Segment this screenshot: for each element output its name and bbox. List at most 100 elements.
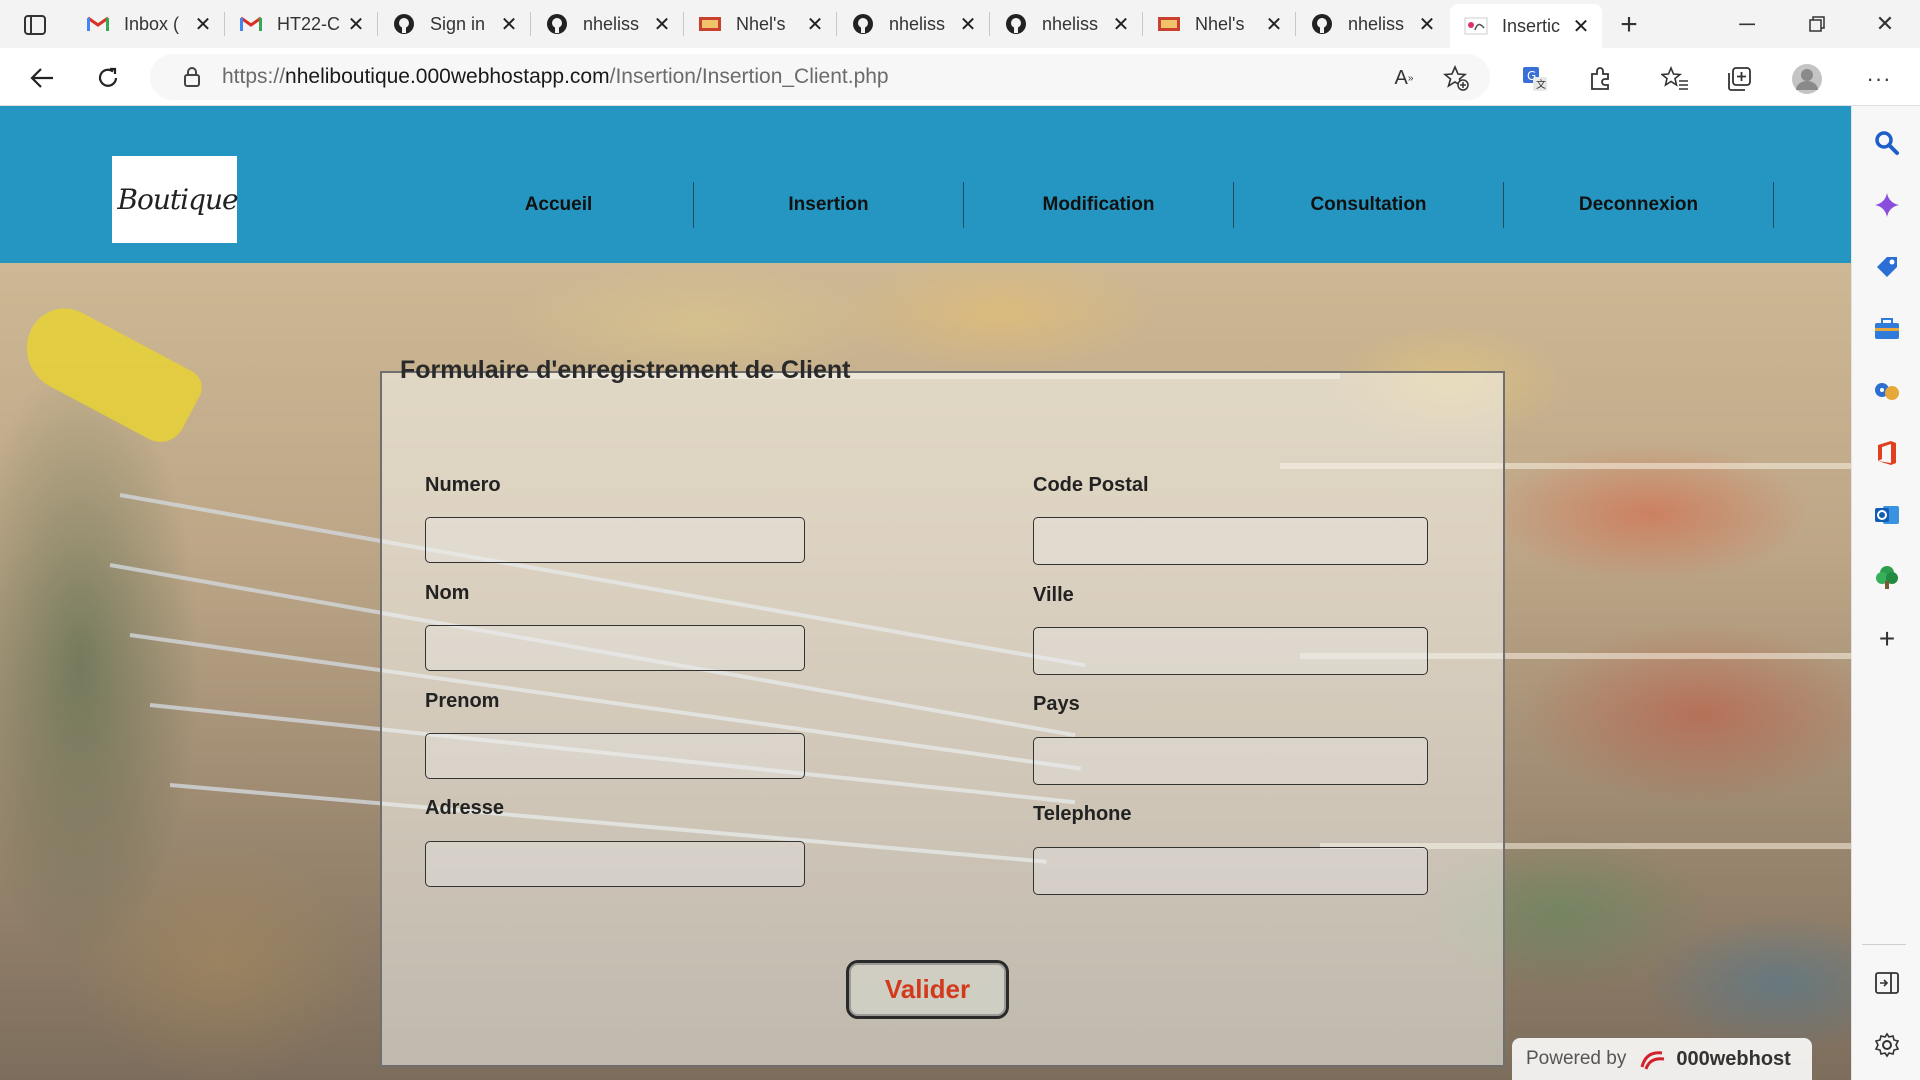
prenom-input[interactable] (425, 733, 805, 779)
add-sidebar-app-icon[interactable]: + (1870, 622, 1904, 656)
new-tab-button[interactable]: + (1612, 8, 1646, 42)
outlook-icon[interactable] (1870, 498, 1904, 532)
url-path: /Insertion/Insertion_Client.php (609, 65, 889, 88)
close-window-button[interactable]: ✕ (1862, 6, 1908, 42)
search-icon[interactable] (1870, 126, 1904, 160)
nom-input[interactable] (425, 625, 805, 671)
close-tab-icon[interactable]: ✕ (1570, 15, 1592, 38)
close-tab-icon[interactable]: ✕ (192, 13, 214, 36)
favorites-icon[interactable] (1658, 62, 1692, 96)
extensions-icon[interactable] (1584, 62, 1618, 96)
browser-tab[interactable]: nheliss ✕ (1296, 4, 1448, 44)
browser-tab[interactable]: Nhel's ✕ (1143, 4, 1295, 44)
hide-sidebar-icon[interactable] (1870, 966, 1904, 1000)
sidebar-divider (1862, 944, 1906, 945)
github-icon (392, 12, 416, 36)
ville-label: Ville (1033, 584, 1074, 606)
site-header: Boutique Accueil Insertion Modification … (0, 106, 1851, 263)
restore-button[interactable] (1794, 6, 1840, 42)
close-tab-icon[interactable]: ✕ (1263, 13, 1285, 36)
tab-title: Inbox ( (124, 13, 180, 34)
close-tab-icon[interactable]: ✕ (957, 13, 979, 36)
tab-title: nheliss (583, 13, 640, 34)
cart-handle-decoration (11, 295, 209, 451)
powered-by-brand: 000webhost (1676, 1047, 1791, 1070)
telephone-label: Telephone (1033, 803, 1132, 825)
lock-icon[interactable] (172, 66, 212, 88)
close-tab-icon[interactable]: ✕ (1110, 13, 1132, 36)
tab-title: Sign in (430, 13, 486, 34)
browser-tab[interactable]: HT22-C ✕ (225, 4, 377, 44)
copilot-sparkle-icon[interactable] (1870, 188, 1904, 222)
url-text[interactable]: https://nheliboutique.000webhostapp.com/… (222, 65, 889, 89)
nav-item-modification[interactable]: Modification (964, 182, 1234, 228)
close-tab-icon[interactable]: ✕ (498, 13, 520, 36)
tab-title: Insertic (1502, 15, 1561, 36)
url-scheme: https:// (222, 65, 286, 88)
office-icon[interactable] (1870, 436, 1904, 470)
pays-input[interactable] (1033, 737, 1428, 785)
close-tab-icon[interactable]: ✕ (651, 13, 673, 36)
nav-item-accueil[interactable]: Accueil (424, 182, 694, 228)
telephone-input[interactable] (1033, 847, 1428, 895)
prenom-label: Prenom (425, 690, 500, 712)
add-favorite-icon[interactable] (1440, 62, 1472, 94)
powered-by-text: Powered by (1526, 1048, 1627, 1069)
close-tab-icon[interactable]: ✕ (1416, 13, 1438, 36)
browser-tab[interactable]: Sign in ✕ (378, 4, 530, 44)
adresse-input[interactable] (425, 841, 805, 887)
read-aloud-icon[interactable]: A» (1388, 62, 1420, 94)
browser-tab-active[interactable]: Insertic ✕ (1450, 4, 1602, 48)
games-icon[interactable] (1870, 374, 1904, 408)
close-tab-icon[interactable]: ✕ (804, 13, 826, 36)
boutique-favicon-icon (1157, 12, 1181, 36)
github-icon (545, 12, 569, 36)
powered-by-badge[interactable]: Powered by 000webhost (1512, 1038, 1812, 1080)
translate-icon[interactable]: G文 (1518, 62, 1552, 96)
tab-title: HT22-C (277, 13, 341, 34)
browser-tab[interactable]: Inbox ( ✕ (72, 4, 224, 44)
more-options-icon[interactable]: ··· (1862, 62, 1896, 96)
adresse-label: Adresse (425, 797, 504, 819)
tab-actions-icon[interactable] (14, 10, 56, 40)
github-icon (851, 12, 875, 36)
svg-text:文: 文 (1536, 78, 1546, 91)
browser-tab[interactable]: nheliss ✕ (531, 4, 683, 44)
web-page: Boutique Accueil Insertion Modification … (0, 106, 1851, 1080)
browser-tab[interactable]: Nhel's ✕ (684, 4, 836, 44)
minimize-button[interactable]: ─ (1724, 6, 1770, 42)
logo-text: Boutique (117, 183, 238, 216)
code-postal-label: Code Postal (1033, 474, 1149, 496)
numero-input[interactable] (425, 517, 805, 563)
ville-input[interactable] (1033, 627, 1428, 675)
webhost-logo-icon (1636, 1046, 1670, 1072)
profile-avatar[interactable] (1790, 62, 1824, 96)
tools-briefcase-icon[interactable] (1870, 312, 1904, 346)
back-button[interactable] (22, 58, 62, 98)
nav-item-insertion[interactable]: Insertion (694, 182, 964, 228)
nav-item-consultation[interactable]: Consultation (1234, 182, 1504, 228)
settings-gear-icon[interactable] (1870, 1028, 1904, 1062)
site-logo[interactable]: Boutique (112, 156, 239, 243)
boutique-favicon-icon (698, 12, 722, 36)
close-tab-icon[interactable]: ✕ (345, 13, 367, 36)
github-icon (1004, 12, 1028, 36)
tab-title: Nhel's (1195, 13, 1245, 34)
refresh-button[interactable] (88, 58, 128, 98)
code-postal-input[interactable] (1033, 517, 1428, 565)
valider-button[interactable]: Valider (846, 960, 1009, 1019)
tree-icon[interactable] (1870, 560, 1904, 594)
numero-label: Numero (425, 474, 501, 496)
browser-tab[interactable]: nheliss ✕ (837, 4, 989, 44)
tab-title: nheliss (1042, 13, 1099, 34)
tab-title: nheliss (1348, 13, 1405, 34)
address-bar[interactable]: https://nheliboutique.000webhostapp.com/… (150, 54, 1490, 100)
browser-tab[interactable]: nheliss ✕ (990, 4, 1142, 44)
shopping-tag-icon[interactable] (1870, 250, 1904, 284)
url-host: nheliboutique.000webhostapp.com (285, 65, 610, 88)
collections-icon[interactable] (1722, 62, 1756, 96)
nom-label: Nom (425, 582, 470, 604)
edge-sidebar: + (1851, 106, 1920, 1080)
github-icon (1310, 12, 1334, 36)
nav-item-deconnexion[interactable]: Deconnexion (1504, 182, 1774, 228)
